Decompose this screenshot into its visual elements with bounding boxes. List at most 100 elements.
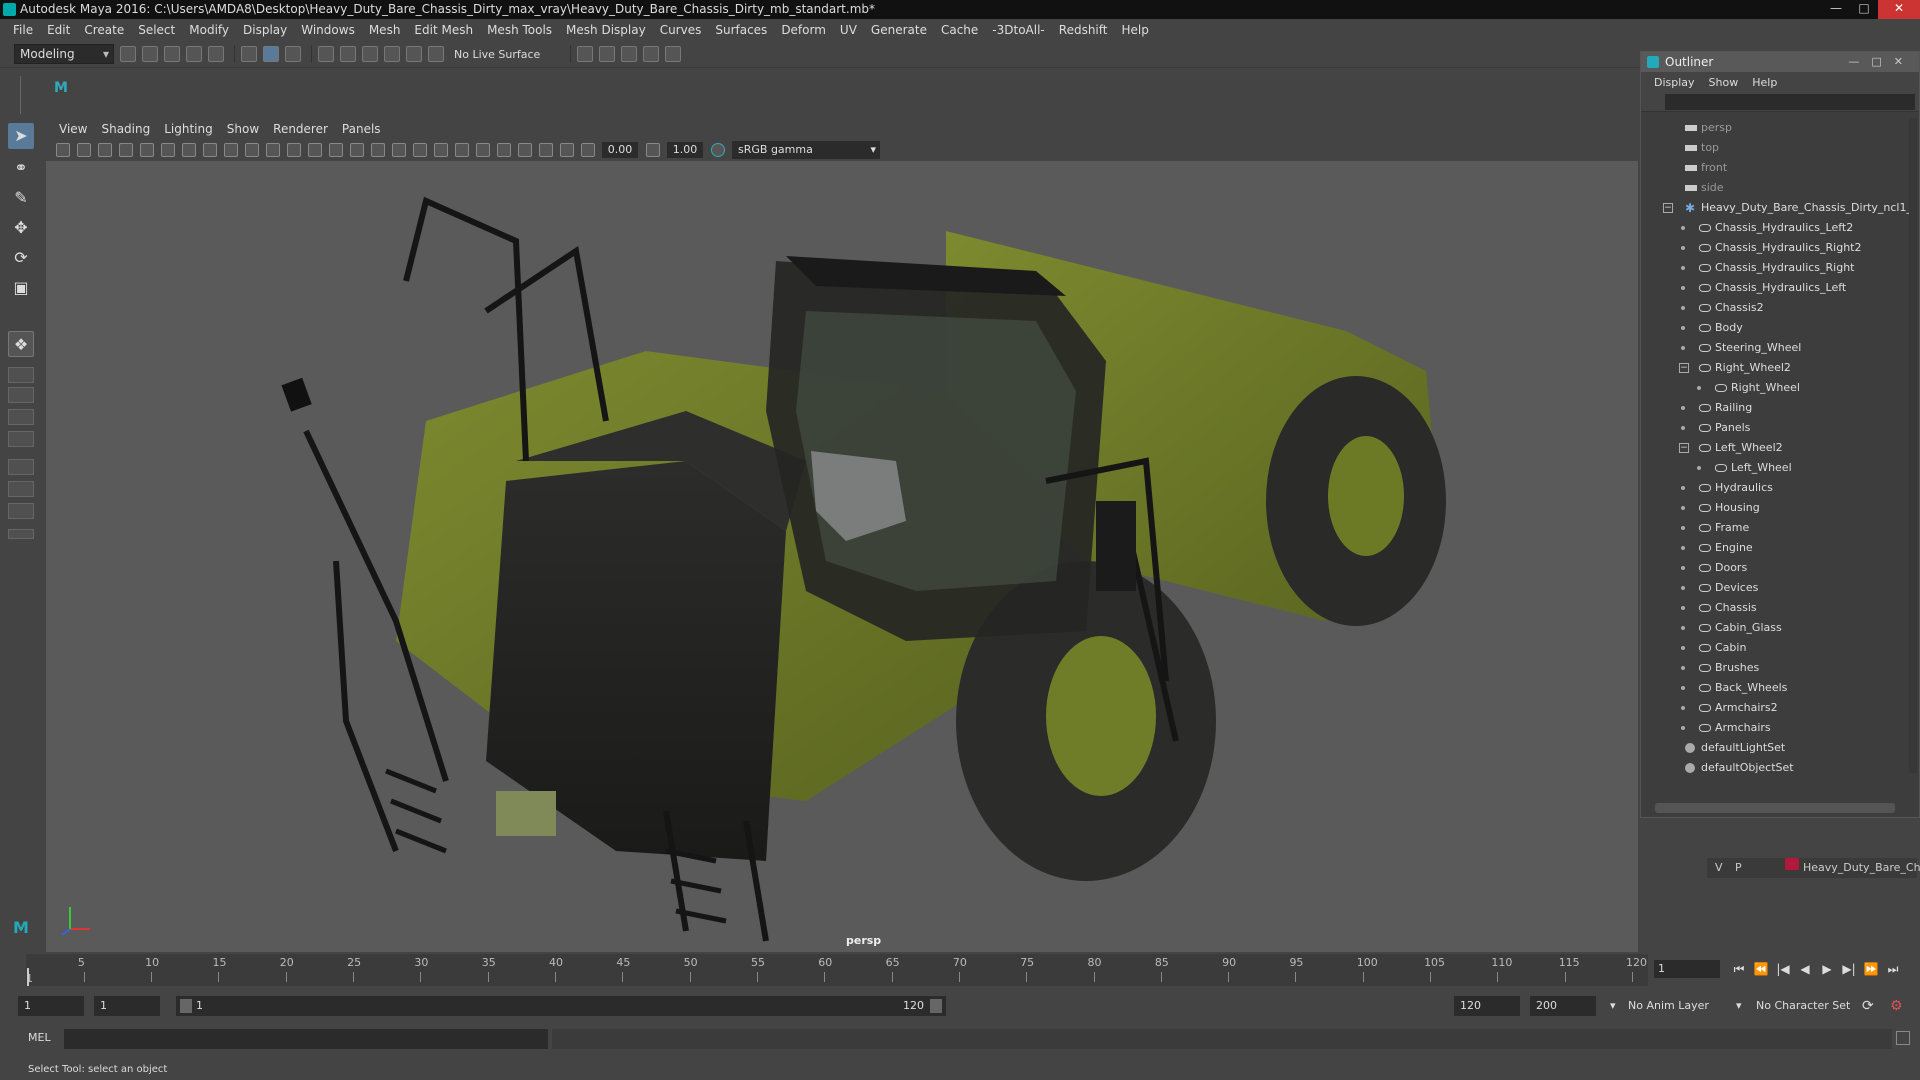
- gamma-icon[interactable]: [646, 143, 660, 157]
- viewport-menu-view[interactable]: View: [52, 122, 94, 136]
- layer-color-swatch[interactable]: [1785, 858, 1799, 870]
- image-plane-icon[interactable]: [119, 143, 133, 157]
- menu-redshift[interactable]: Redshift: [1052, 19, 1115, 41]
- outliner-item[interactable]: − Right_Wheel2: [1641, 358, 1911, 378]
- outliner-item[interactable]: persp: [1641, 118, 1911, 138]
- character-set-dropdown-arrow[interactable]: ▾: [1736, 996, 1742, 1016]
- grid-toggle-icon[interactable]: [161, 143, 175, 157]
- go-to-end-icon[interactable]: ⏭: [1882, 960, 1904, 978]
- ipr-render-icon[interactable]: [621, 46, 638, 62]
- snap-grid-icon[interactable]: [318, 46, 334, 62]
- layer-visibility-toggle[interactable]: V: [1715, 858, 1723, 878]
- outliner-item[interactable]: Right_Wheel: [1641, 378, 1911, 398]
- outliner-item[interactable]: front: [1641, 158, 1911, 178]
- hypershade-icon[interactable]: [665, 46, 682, 62]
- viewport-menu-panels[interactable]: Panels: [335, 122, 388, 136]
- play-backwards-icon[interactable]: ◀: [1794, 960, 1816, 978]
- four-view-layout-icon[interactable]: [8, 367, 34, 383]
- move-tool-icon[interactable]: ✥: [8, 215, 34, 241]
- film-gate-icon[interactable]: [182, 143, 196, 157]
- grease-pencil-icon[interactable]: [140, 143, 154, 157]
- minimize-icon[interactable]: —: [1822, 0, 1850, 19]
- persp-graph-layout-icon[interactable]: [8, 431, 34, 447]
- snap-live-icon[interactable]: [428, 46, 444, 62]
- viewport-menu-shading[interactable]: Shading: [94, 122, 157, 136]
- outliner-item[interactable]: Railing: [1641, 398, 1911, 418]
- outliner-titlebar[interactable]: Outliner —□✕: [1641, 52, 1919, 72]
- menu-create[interactable]: Create: [77, 19, 131, 41]
- paint-select-icon[interactable]: ✎: [8, 185, 34, 211]
- menu-generate[interactable]: Generate: [864, 19, 934, 41]
- wireframe-icon[interactable]: [308, 143, 322, 157]
- outliner-item[interactable]: Panels: [1641, 418, 1911, 438]
- outliner-item[interactable]: Devices: [1641, 578, 1911, 598]
- script-editor-icon[interactable]: [1896, 1031, 1910, 1045]
- snap-surface-icon[interactable]: [406, 46, 422, 62]
- open-scene-icon[interactable]: [142, 46, 158, 62]
- use-lights-icon[interactable]: [392, 143, 406, 157]
- menu-mesh[interactable]: Mesh: [362, 19, 408, 41]
- display-layer-row[interactable]: V P Heavy_Duty_Bare_Chas: [1707, 858, 1920, 878]
- select-hierarchy-icon[interactable]: [241, 46, 257, 62]
- bookmark-icon[interactable]: [98, 143, 112, 157]
- resolution-gate-icon[interactable]: [203, 143, 217, 157]
- range-slider[interactable]: 1 120: [176, 996, 946, 1016]
- safe-action-icon[interactable]: [266, 143, 280, 157]
- maximize-icon[interactable]: □: [1850, 0, 1878, 19]
- snap-point-icon[interactable]: [362, 46, 378, 62]
- outliner-menu-help[interactable]: Help: [1745, 76, 1784, 89]
- menu-3dtoall[interactable]: -3DtoAll-: [985, 19, 1051, 41]
- select-object-icon[interactable]: [263, 46, 279, 62]
- command-input[interactable]: [64, 1029, 548, 1049]
- rotate-tool-icon[interactable]: ⟳: [8, 245, 34, 271]
- menu-help[interactable]: Help: [1114, 19, 1155, 41]
- xray-joints-icon[interactable]: [539, 143, 553, 157]
- collapse-icon[interactable]: −: [1679, 443, 1689, 453]
- range-end-handle[interactable]: [930, 999, 942, 1013]
- menu-curves[interactable]: Curves: [653, 19, 709, 41]
- smooth-shade-icon[interactable]: [329, 143, 343, 157]
- playback-end-field[interactable]: 120: [1454, 996, 1520, 1016]
- undo-icon[interactable]: [186, 46, 202, 62]
- outliner-menu-display[interactable]: Display: [1647, 76, 1702, 89]
- outliner-item[interactable]: defaultObjectSet: [1641, 758, 1911, 773]
- step-forward-frame-icon[interactable]: ▶|: [1838, 960, 1860, 978]
- xray-components-icon[interactable]: [560, 143, 574, 157]
- render-settings-icon[interactable]: [643, 46, 660, 62]
- time-slider-track[interactable]: 1 5 10 15 20 25 30 35 40 45 50 55 60 65 70 75 80 85 90 95 1…: [26, 954, 1648, 986]
- outliner-vertical-scrollbar[interactable]: [1909, 118, 1917, 773]
- outliner-item[interactable]: Engine: [1641, 538, 1911, 558]
- collapse-icon[interactable]: −: [1663, 203, 1673, 213]
- go-to-start-icon[interactable]: ⏮: [1728, 960, 1750, 978]
- camera-attributes-icon[interactable]: [77, 143, 91, 157]
- field-chart-icon[interactable]: [245, 143, 259, 157]
- current-time-indicator[interactable]: [27, 968, 29, 986]
- script-language-toggle[interactable]: MEL: [28, 1031, 51, 1044]
- safe-title-icon[interactable]: [287, 143, 301, 157]
- ambient-occlusion-icon[interactable]: [434, 143, 448, 157]
- gamma-field[interactable]: 1.00: [667, 142, 703, 158]
- animation-start-field[interactable]: 1: [18, 996, 84, 1016]
- lasso-tool-icon[interactable]: ⚭: [8, 155, 34, 181]
- hypershade-layout-icon[interactable]: [8, 481, 34, 497]
- outliner-item[interactable]: Body: [1641, 318, 1911, 338]
- menu-modify[interactable]: Modify: [182, 19, 236, 41]
- menu-mesh-tools[interactable]: Mesh Tools: [480, 19, 559, 41]
- menu-edit-mesh[interactable]: Edit Mesh: [407, 19, 480, 41]
- xray-icon[interactable]: [518, 143, 532, 157]
- save-scene-icon[interactable]: [164, 46, 180, 62]
- outliner-item[interactable]: Cabin_Glass: [1641, 618, 1911, 638]
- color-management-icon[interactable]: [711, 143, 725, 157]
- camera-select-icon[interactable]: [56, 143, 70, 157]
- current-frame-field[interactable]: 1: [1654, 960, 1720, 978]
- layer-name[interactable]: Heavy_Duty_Bare_Chas: [1803, 858, 1920, 878]
- outliner-item[interactable]: Housing: [1641, 498, 1911, 518]
- wireframe-on-shaded-icon[interactable]: [350, 143, 364, 157]
- textured-icon[interactable]: [371, 143, 385, 157]
- render-view-icon[interactable]: [577, 46, 594, 62]
- perspective-viewport[interactable]: persp: [46, 161, 1638, 952]
- animation-end-field[interactable]: 200: [1530, 996, 1596, 1016]
- outliner-item[interactable]: Cabin: [1641, 638, 1911, 658]
- outliner-layout-icon[interactable]: [8, 459, 34, 475]
- menu-file[interactable]: File: [6, 19, 40, 41]
